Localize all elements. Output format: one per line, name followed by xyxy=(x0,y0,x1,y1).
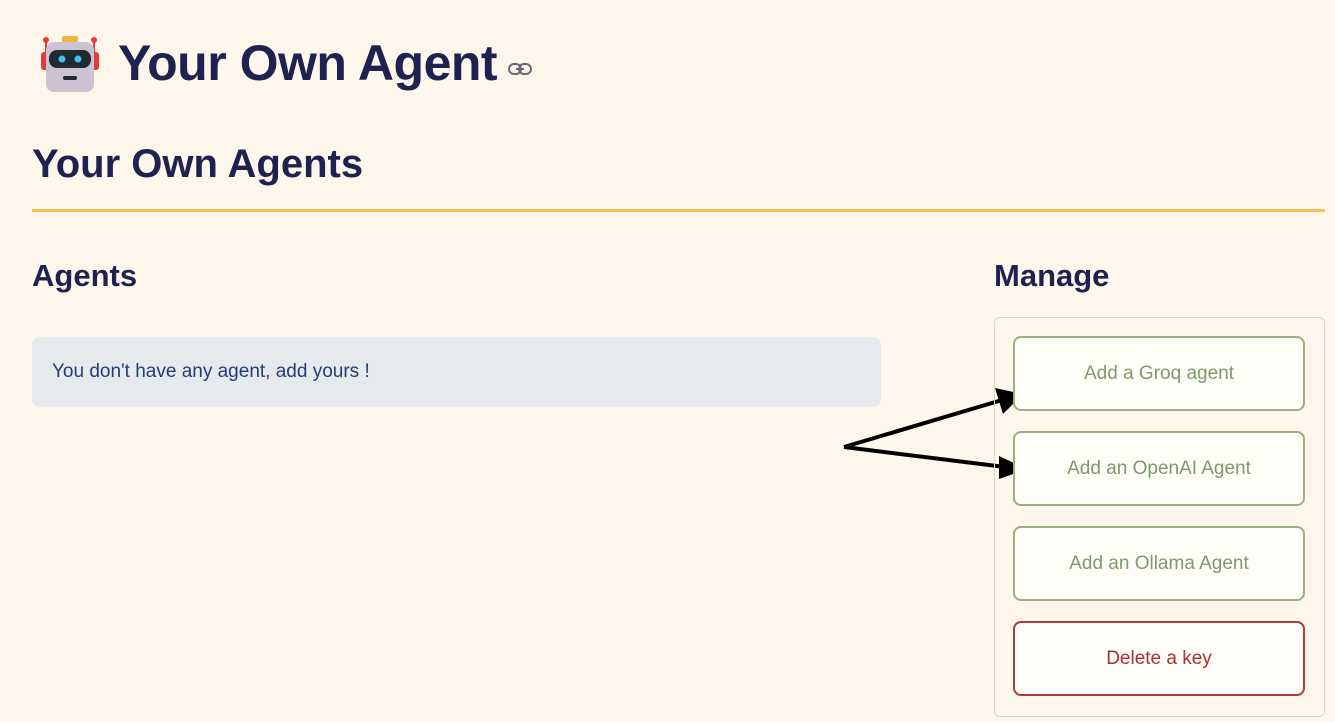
arrow-to-openai-line xyxy=(843,445,1006,469)
add-openai-agent-button[interactable]: Add an OpenAI Agent xyxy=(1013,431,1305,506)
page: Your Own Agent Your Own Agents Agents Yo… xyxy=(0,0,1335,722)
delete-key-button[interactable]: Delete a key xyxy=(1013,621,1305,696)
agents-heading: Agents xyxy=(32,258,138,293)
empty-agents-text: You don't have any agent, add yours ! xyxy=(52,361,370,382)
section-title: Your Own Agents xyxy=(32,142,364,186)
arrow-to-groq-line xyxy=(843,398,1003,449)
link-icon[interactable] xyxy=(507,61,533,77)
manage-heading: Manage xyxy=(994,258,1110,293)
empty-agents-message: You don't have any agent, add yours ! xyxy=(32,337,881,407)
add-groq-agent-button[interactable]: Add a Groq agent xyxy=(1013,336,1305,411)
section-divider xyxy=(32,209,1325,212)
manage-panel: Add a Groq agent Add an OpenAI Agent Add… xyxy=(994,317,1325,717)
app-header: Your Own Agent xyxy=(38,32,533,94)
add-ollama-agent-button[interactable]: Add an Ollama Agent xyxy=(1013,526,1305,601)
robot-icon xyxy=(41,36,99,92)
app-title: Your Own Agent xyxy=(118,35,498,91)
